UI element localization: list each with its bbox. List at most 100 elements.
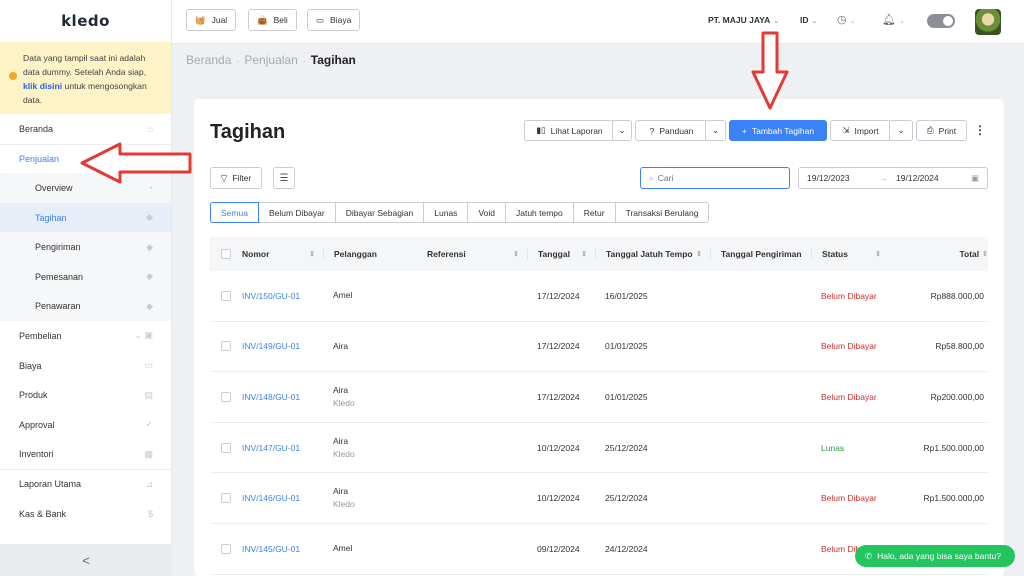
status-badge: Lunas [821,442,845,453]
sidebar-item-approval[interactable]: Approval ✓ [0,410,171,440]
header-nomor[interactable]: Nomor ⇕ [242,249,323,259]
breadcrumb-parent[interactable]: Penjualan [244,53,297,67]
tab-lunas[interactable]: Lunas [423,202,469,223]
plus-icon: + [741,125,747,136]
sort-icon: ⇕ [309,251,315,258]
invoice-link[interactable]: INV/147/GU-01 [242,441,302,455]
view-report-button[interactable]: ▮▯ Lihat Laporan [524,120,615,141]
table-row[interactable]: INV/147/GU-01 Aira Kledo 10/12/2024 25/12/20… [210,423,988,474]
import-dropdown-button[interactable]: ⌄ [889,120,913,141]
button-label: Lihat Laporan [550,125,603,136]
tab-transaksi-berulang[interactable]: Transaksi Berulang [614,202,710,223]
row-checkbox[interactable] [221,493,231,504]
select-all-checkbox[interactable] [221,249,231,259]
search-input[interactable] [657,173,778,183]
notice-clear-link[interactable]: klik disini [23,81,62,91]
tanggal-cell: 17/12/2024 [537,290,580,301]
search-box[interactable]: ⌕ [640,167,790,189]
select-cell [210,391,242,402]
sidebar-item-label: Produk [19,390,48,401]
nomor-cell: INV/150/GU-01 [242,289,323,303]
column-list-button[interactable]: ☰ [273,167,295,189]
more-options-icon[interactable]: ⋮ [974,123,986,137]
kledo-logo[interactable]: kledo [0,0,171,42]
chevron-down-icon: ⌄ [811,18,818,25]
header-tanggal[interactable]: Tanggal ⇕ [527,249,595,259]
sidebar-item-inventori[interactable]: Inventori ▦ [0,440,171,470]
header-referensi[interactable]: Referensi ⇕ [417,249,527,259]
card-icon: ▭ [144,360,153,371]
search-icon: ⌕ [649,172,654,183]
invoice-link[interactable]: INV/145/GU-01 [242,542,302,556]
select-cell [210,543,242,554]
tag-icon: ◆ [146,241,153,252]
import-button[interactable]: ⇲ Import [830,120,891,141]
sidebar-item-kas-bank[interactable]: Kas & Bank $ [0,499,171,529]
sidebar-item-label: Penawaran [35,301,81,312]
nomor-cell: INV/147/GU-01 [242,441,323,455]
quick-jual-button[interactable]: 🧺 Jual [186,9,237,31]
row-checkbox[interactable] [221,543,231,554]
report-dropdown-button[interactable]: ⌄ [612,120,632,141]
bell-icon[interactable]: 🔔︎ ⌄ [882,13,905,26]
tab-dibayar-sebagian[interactable]: Dibayar Sebagian [334,202,425,223]
theme-toggle[interactable] [927,14,955,28]
question-icon: ? [649,125,655,136]
table-row[interactable]: INV/149/GU-01 Aira 17/12/2024 01/01/2025 Bel… [210,322,988,373]
breadcrumb-home[interactable]: Beranda [186,53,231,67]
button-label: Import [854,125,879,136]
sidebar-item-label: Pembelian [19,330,62,341]
date-range-picker[interactable]: 19/12/2023 → 19/12/2024 ▣ [798,167,988,189]
sidebar-item-penawaran[interactable]: Penawaran ◆ [0,292,171,322]
sidebar-item-produk[interactable]: Produk ▤ [0,380,171,410]
nomor-cell: INV/149/GU-01 [242,339,323,353]
sidebar-item-pembelian[interactable]: Pembelian ⌄ ▣ [0,321,171,351]
tab-belum-dibayar[interactable]: Belum Dibayar [257,202,336,223]
check-icon: ✓ [145,419,153,430]
table-row[interactable]: INV/150/GU-01 Amel 17/12/2024 16/01/2025 Bel… [210,271,988,322]
sidebar-item-pemesanan[interactable]: Pemesanan ◆ [0,262,171,292]
chat-widget-button[interactable]: ✆ Halo, ada yang bisa saya bantu? [855,545,1015,567]
add-invoice-button[interactable]: + Tambah Tagihan [729,120,827,141]
sort-icon: ⇕ [875,251,881,258]
tab-semua[interactable]: Semua [210,202,259,223]
filter-button[interactable]: ▽ Filter [210,167,262,189]
row-checkbox[interactable] [221,341,231,352]
bag-icon: ⌄ ▣ [134,330,153,341]
sidebar-item-pengiriman[interactable]: Pengiriman ◆ [0,232,171,262]
header-jatuh-tempo[interactable]: Tanggal Jatuh Tempo ⇕ [595,249,710,259]
invoice-link[interactable]: INV/146/GU-01 [242,491,302,505]
sidebar-collapse-button[interactable]: < [0,544,172,576]
header-total[interactable]: Total ⇕ [889,249,988,259]
nomor-cell: INV/145/GU-01 [242,542,323,556]
sidebar-item-biaya[interactable]: Biaya ▭ [0,351,171,381]
invoice-link[interactable]: INV/149/GU-01 [242,339,302,353]
row-checkbox[interactable] [221,442,231,453]
tab-jatuh-tempo[interactable]: Jatuh tempo [504,202,574,223]
row-checkbox[interactable] [221,290,231,301]
invoice-link[interactable]: INV/150/GU-01 [242,289,302,303]
print-button[interactable]: ⎙ Print [916,120,967,141]
sidebar-item-label: Penjualan [19,153,60,164]
clock-icon[interactable]: ◷ ⌄ [837,13,855,26]
guide-button[interactable]: ? Panduan [635,120,708,141]
date-to[interactable]: 19/12/2024 [896,173,939,183]
date-from[interactable]: 19/12/2023 [807,173,850,183]
sidebar-item-label: Pengiriman [35,242,81,253]
avatar[interactable] [975,9,1001,35]
guide-dropdown-button[interactable]: ⌄ [705,120,726,141]
tab-retur[interactable]: Retur [572,202,616,223]
language-selector[interactable]: ID ⌄ [800,15,817,25]
table-row[interactable]: INV/146/GU-01 Aira Kledo 10/12/2024 25/12/20… [210,473,988,524]
table-row[interactable]: INV/148/GU-01 Aira Kledo 17/12/2024 01/01/20… [210,372,988,423]
tab-void[interactable]: Void [467,202,506,223]
header-status[interactable]: Status ⇕ [811,249,889,259]
row-checkbox[interactable] [221,391,231,402]
invoice-link[interactable]: INV/148/GU-01 [242,390,302,404]
sidebar-item-tagihan[interactable]: Tagihan ◆ [0,202,171,233]
sidebar-item-laporan-utama[interactable]: Laporan Utama ⊿ [0,469,171,499]
customer-name: Aira [333,435,349,446]
quick-biaya-button[interactable]: ▭ Biaya [307,9,361,31]
quick-beli-button[interactable]: 👜 Beli [248,9,297,31]
company-selector[interactable]: PT. MAJU JAYA ⌄ [708,15,779,25]
